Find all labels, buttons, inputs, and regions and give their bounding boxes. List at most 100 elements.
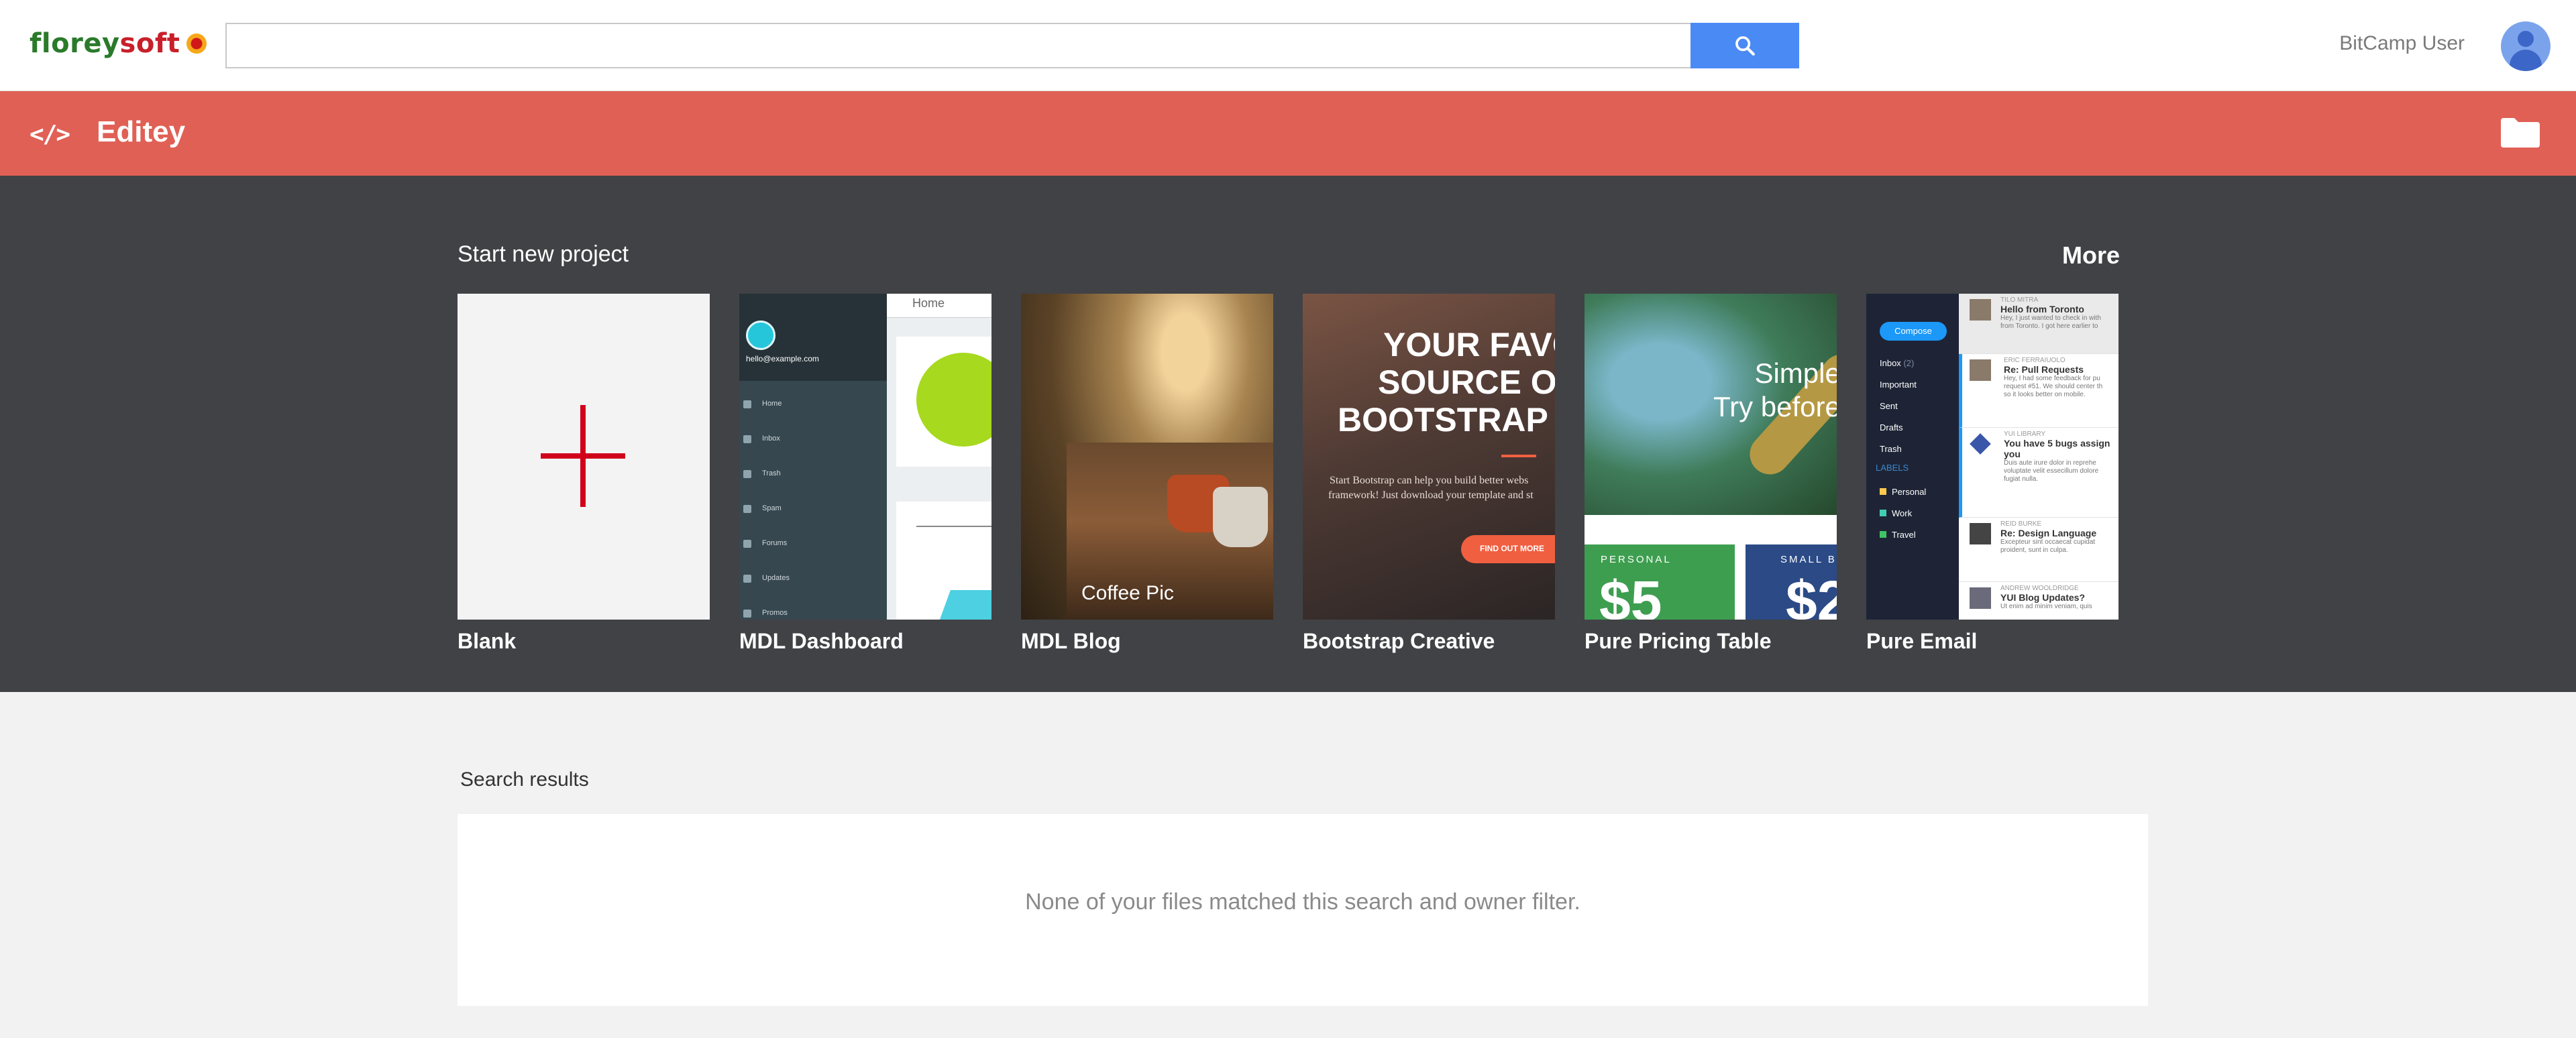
template-bootstrap-creative[interactable]: YOUR FAVO SOURCE OF BOOTSTRAP T Start Bo… bbox=[1303, 294, 1555, 654]
search-results-title: Search results bbox=[460, 768, 589, 791]
creative-text: Start Bootstrap can help you build bette… bbox=[1328, 473, 1534, 503]
email-message: REID BURKE Re: Design Language Excepteur… bbox=[1959, 518, 2118, 582]
search-button[interactable] bbox=[1690, 23, 1799, 68]
dashboard-main: Home bbox=[887, 294, 991, 620]
email-body-line: Hey, I just wanted to check in with bbox=[2000, 314, 2101, 322]
email-label-item: Travel bbox=[1880, 530, 1916, 540]
pricing-headline-line: Try before bbox=[1713, 391, 1837, 422]
email-body-line: request #51. We should center th bbox=[2004, 383, 2103, 390]
email-body-line: voluptate velit essecillum dolore bbox=[2004, 467, 2099, 475]
more-link[interactable]: More bbox=[2053, 241, 2120, 270]
email-nav-item: Trash bbox=[1880, 444, 1902, 454]
email-subject: Re: Pull Requests bbox=[2004, 364, 2084, 375]
email-subject: You have 5 bugs assign bbox=[2004, 438, 2110, 449]
email-nav-count: (2) bbox=[1903, 358, 1915, 368]
email-body-line: proident, sunt in culpa. bbox=[2000, 546, 2068, 554]
search-results-card: None of your files matched this search a… bbox=[458, 814, 2148, 1006]
template-thumbnail[interactable]: YOUR FAVO SOURCE OF BOOTSTRAP T Start Bo… bbox=[1303, 294, 1555, 620]
dashboard-avatar-icon bbox=[746, 321, 775, 350]
email-from: YUI LIBRARY bbox=[2004, 430, 2046, 438]
creative-heading-line: BOOTSTRAP T bbox=[1338, 401, 1555, 439]
template-thumbnail[interactable]: Coffee Pic bbox=[1021, 294, 1273, 620]
creative-divider bbox=[1501, 455, 1536, 457]
template-pure-email[interactable]: Compose Inbox (2) Important Sent Drafts … bbox=[1866, 294, 2118, 654]
dashboard-nav-item: Home bbox=[743, 400, 782, 408]
template-label[interactable]: MDL Blog bbox=[1021, 629, 1273, 654]
folder-icon[interactable] bbox=[2501, 118, 2540, 148]
email-subject: Re: Design Language bbox=[2000, 528, 2097, 538]
template-label[interactable]: MDL Dashboard bbox=[739, 629, 991, 654]
template-label[interactable]: Blank bbox=[458, 629, 710, 654]
template-thumbnail[interactable]: Compose Inbox (2) Important Sent Drafts … bbox=[1866, 294, 2118, 620]
app-title: Editey bbox=[97, 115, 186, 148]
avatar[interactable] bbox=[2501, 21, 2551, 71]
template-pure-pricing-table[interactable]: Simple Try before PERSONAL $5 SMALL B $2… bbox=[1585, 294, 1837, 654]
template-label[interactable]: Bootstrap Creative bbox=[1303, 629, 1555, 654]
template-thumbnail[interactable]: Simple Try before PERSONAL $5 SMALL B $2 bbox=[1585, 294, 1837, 620]
email-subject: you bbox=[2004, 449, 2021, 459]
plan-price: $2 bbox=[1786, 569, 1837, 620]
user-name[interactable]: BitCamp User bbox=[2281, 32, 2465, 55]
avatar-head-icon bbox=[2518, 31, 2534, 47]
dashboard-card bbox=[896, 502, 991, 620]
template-label[interactable]: Pure Pricing Table bbox=[1585, 629, 1837, 654]
sender-avatar bbox=[1970, 359, 1991, 381]
label-color-swatch bbox=[1880, 488, 1886, 495]
creative-text-line: framework! Just download your template a… bbox=[1328, 489, 1534, 501]
email-nav-item: Drafts bbox=[1880, 422, 1903, 432]
dashboard-nav-item: Inbox bbox=[743, 435, 780, 443]
email-body-line: Hey, I had some feedback for pu bbox=[2004, 375, 2100, 382]
logo-text-part2: soft bbox=[119, 28, 180, 59]
template-label[interactable]: Pure Email bbox=[1866, 629, 2118, 654]
creative-find-out-more-button: FIND OUT MORE bbox=[1461, 535, 1555, 563]
email-message: YUI LIBRARY You have 5 bugs assign you D… bbox=[1959, 428, 2118, 518]
dashboard-header: Home bbox=[887, 294, 991, 318]
search-input[interactable] bbox=[225, 23, 1690, 68]
template-mdl-dashboard[interactable]: hello@example.com Home Inbox Trash Spam … bbox=[739, 294, 991, 654]
label-color-swatch bbox=[1880, 531, 1886, 538]
code-icon[interactable]: </> bbox=[30, 121, 70, 148]
template-mdl-blog[interactable]: Coffee Pic MDL Blog bbox=[1021, 294, 1273, 654]
sender-avatar bbox=[1970, 299, 1991, 321]
email-label-name: Travel bbox=[1892, 530, 1916, 540]
creative-heading-line: SOURCE OF bbox=[1378, 363, 1555, 401]
email-message-list: TILO MITRA Hello from Toronto Hey, I jus… bbox=[1959, 294, 2118, 620]
pricing-plan-personal: PERSONAL $5 bbox=[1585, 544, 1735, 620]
top-bar: floreysoft BitCamp User bbox=[0, 0, 2576, 91]
plan-name: PERSONAL bbox=[1601, 554, 1672, 565]
dashboard-nav-item: Trash bbox=[743, 469, 781, 478]
plan-price: $5 bbox=[1599, 569, 1662, 620]
template-thumbnail[interactable]: hello@example.com Home Inbox Trash Spam … bbox=[739, 294, 991, 620]
logo-text: floreysoft bbox=[30, 28, 180, 59]
email-label-name: Work bbox=[1892, 508, 1913, 518]
search-icon bbox=[1735, 36, 1755, 56]
email-from: REID BURKE bbox=[2000, 520, 2042, 528]
email-from: TILO MITRA bbox=[2000, 296, 2039, 304]
email-message: TILO MITRA Hello from Toronto Hey, I jus… bbox=[1959, 294, 2118, 354]
email-nav-item: Important bbox=[1880, 380, 1917, 390]
email-nav-label: Inbox bbox=[1880, 358, 1901, 368]
dashboard-nav-item: Spam bbox=[743, 504, 782, 513]
email-body-line: so it looks better on mobile. bbox=[2004, 391, 2086, 398]
email-from: ANDREW WOOLDRIDGE bbox=[2000, 585, 2079, 592]
sender-avatar bbox=[1970, 523, 1991, 544]
email-label-item: Work bbox=[1880, 508, 1912, 518]
email-body-line: fugiat nulla. bbox=[2004, 475, 2039, 483]
template-blank[interactable]: Blank bbox=[458, 294, 710, 654]
dashboard-nav-item: Promos bbox=[743, 609, 788, 618]
empty-results-message: None of your files matched this search a… bbox=[1025, 889, 1580, 915]
dashboard-card-divider bbox=[916, 526, 991, 527]
email-nav-item: Sent bbox=[1880, 401, 1898, 411]
email-label-name: Personal bbox=[1892, 487, 1927, 497]
floreysoft-logo[interactable]: floreysoft bbox=[30, 27, 207, 60]
email-body-line: Duis aute irure dolor in reprehe bbox=[2004, 459, 2096, 467]
email-nav-item: Inbox (2) bbox=[1880, 358, 1914, 368]
dashboard-sidebar: hello@example.com Home Inbox Trash Spam … bbox=[739, 294, 887, 620]
template-thumbnail[interactable] bbox=[458, 294, 710, 620]
email-message: ERIC FERRAIUOLO Re: Pull Requests Hey, I… bbox=[1959, 354, 2118, 428]
email-label-item: Personal bbox=[1880, 487, 1926, 497]
plan-name: SMALL B bbox=[1780, 554, 1837, 565]
logo-text-part1: florey bbox=[30, 28, 120, 59]
section-title-start-new: Start new project bbox=[458, 241, 629, 267]
sender-avatar bbox=[1970, 433, 1991, 455]
